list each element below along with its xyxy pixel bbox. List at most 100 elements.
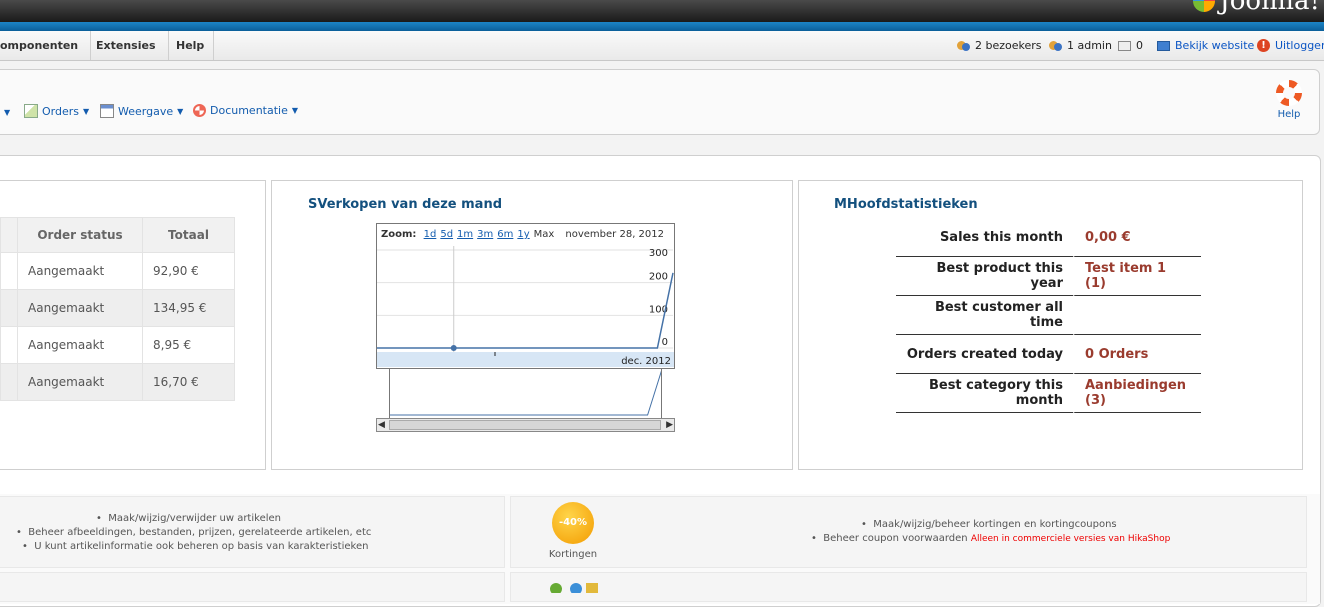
table-row[interactable]: Aangemaakt 134,95 € bbox=[0, 289, 235, 327]
toolbar-orders[interactable]: Orders ▼ bbox=[24, 104, 89, 118]
sales-chart: Zoom: 1d 5d 1m 3m 6m 1y Max november 28, 2012 … bbox=[376, 223, 675, 369]
logout-label: Uitloggen bbox=[1275, 39, 1324, 52]
stat-label: Best category this month bbox=[896, 374, 1073, 413]
stat-value[interactable]: Aanbiedingen (3) bbox=[1073, 374, 1201, 413]
header-bar: Joomla! bbox=[0, 0, 1324, 22]
table-header-cell bbox=[0, 217, 18, 253]
stat-label: Best product this year bbox=[896, 257, 1073, 296]
list-item: • Beheer afbeeldingen, bestanden, prijze… bbox=[16, 527, 372, 538]
toolbar-view[interactable]: Weergave ▼ bbox=[100, 104, 183, 118]
scrollbar-thumb[interactable] bbox=[389, 420, 661, 430]
stats-table: Sales this month 0,00 € Best product thi… bbox=[896, 218, 1201, 413]
admins-count: 1 admin bbox=[1067, 39, 1112, 52]
table-row[interactable]: Aangemaakt 8,95 € bbox=[0, 326, 235, 364]
list-item: • Maak/wijzig/beheer kortingen en kortin… bbox=[861, 519, 1117, 530]
stats-panel-title: MHoofdstatistieken bbox=[834, 197, 978, 212]
stat-value: 0,00 € bbox=[1073, 218, 1201, 257]
sales-panel-title: SVerkopen van deze mand bbox=[308, 197, 503, 212]
toolbar-documentation-label: Documentatie bbox=[210, 104, 288, 117]
commercial-note: Alleen in commerciele versies van HikaSh… bbox=[970, 534, 1171, 544]
stat-label: Best customer all time bbox=[896, 296, 1073, 335]
y-tick-label: 300 bbox=[649, 248, 668, 259]
stat-value[interactable] bbox=[1073, 296, 1201, 335]
order-status-cell: Aangemaakt bbox=[17, 252, 143, 290]
monitor-icon bbox=[1157, 40, 1170, 51]
leaf-icon bbox=[550, 583, 562, 593]
lifebuoy-icon bbox=[193, 104, 206, 117]
menu-extensions[interactable]: Extensies bbox=[84, 31, 169, 60]
list-item: • Beheer coupon voorwaarden Alleen in co… bbox=[811, 533, 1171, 544]
mail-icon bbox=[1118, 40, 1131, 51]
order-status-cell: Aangemaakt bbox=[17, 363, 143, 401]
view-site-link[interactable]: Bekijk website bbox=[1157, 31, 1254, 60]
view-site-label: Bekijk website bbox=[1175, 39, 1255, 52]
y-tick-label: 200 bbox=[649, 272, 668, 283]
refresh-icon bbox=[570, 583, 582, 593]
table-row: Best product this year Test item 1 (1) bbox=[896, 257, 1201, 296]
discount-link[interactable]: Kortingen bbox=[543, 549, 603, 560]
stat-value: 0 Orders bbox=[1073, 335, 1201, 374]
messages-status[interactable]: 0 bbox=[1118, 31, 1143, 60]
chevron-right-icon[interactable]: ▶ bbox=[666, 419, 673, 431]
feature-box bbox=[510, 572, 1307, 602]
admins-status[interactable]: 1 admin bbox=[1049, 31, 1112, 60]
chevron-down-icon[interactable]: ▼ bbox=[4, 108, 10, 117]
admins-icon bbox=[1049, 39, 1062, 52]
visitors-icon bbox=[957, 39, 970, 52]
chart-navigator[interactable] bbox=[389, 369, 662, 418]
main-menu: omponenten Extensies Help 2 bezoekers 1 … bbox=[0, 31, 1324, 61]
visitors-count: 2 bezoekers bbox=[975, 39, 1042, 52]
x-tick-label: dec. 2012 bbox=[621, 356, 671, 367]
logout-icon: ! bbox=[1257, 39, 1270, 52]
orders-table: Order status Totaal Aangemaakt 92,90 € A… bbox=[0, 217, 235, 401]
table-row[interactable]: Aangemaakt 92,90 € bbox=[0, 252, 235, 290]
chevron-left-icon[interactable]: ◀ bbox=[378, 419, 385, 431]
header-stripe bbox=[0, 22, 1324, 31]
help-button[interactable]: Help bbox=[1272, 80, 1306, 120]
orders-icon bbox=[24, 104, 38, 118]
order-status-cell: Aangemaakt bbox=[17, 326, 143, 364]
joomla-logo[interactable]: Joomla! bbox=[1193, 0, 1320, 14]
menu-help[interactable]: Help bbox=[164, 31, 214, 60]
column-order-status[interactable]: Order status bbox=[17, 217, 143, 253]
toolbar-documentation[interactable]: Documentatie ▼ bbox=[193, 104, 298, 117]
order-total-cell: 134,95 € bbox=[142, 289, 235, 327]
chart-plot[interactable]: 3002001000dec. 2012 bbox=[377, 224, 674, 368]
list-item: • U kunt artikelinformatie ook beheren o… bbox=[22, 541, 369, 552]
table-row: Best category this month Aanbiedingen (3… bbox=[896, 374, 1201, 413]
column-total[interactable]: Totaal bbox=[142, 217, 235, 253]
table-row[interactable]: Aangemaakt 16,70 € bbox=[0, 363, 235, 401]
table-row: Orders created today 0 Orders bbox=[896, 335, 1201, 374]
toolbar-orders-label: Orders bbox=[42, 104, 79, 118]
order-total-cell: 16,70 € bbox=[142, 363, 235, 401]
visitors-status[interactable]: 2 bezoekers bbox=[957, 31, 1042, 60]
view-icon bbox=[100, 104, 114, 118]
feature-icons[interactable] bbox=[550, 583, 600, 593]
help-lifebuoy-icon bbox=[1276, 80, 1302, 106]
table-row: Sales this month 0,00 € bbox=[896, 218, 1201, 257]
discounts-feature-box bbox=[510, 496, 1307, 568]
feature-box bbox=[0, 572, 505, 602]
y-tick-label: 0 bbox=[662, 337, 668, 348]
tools-icon bbox=[586, 583, 598, 593]
chart-scrollbar[interactable]: ◀ ▶ bbox=[376, 418, 675, 432]
navigator-line bbox=[389, 369, 662, 416]
stat-label: Orders created today bbox=[896, 335, 1073, 374]
discount-badge-icon[interactable]: -40% bbox=[552, 502, 594, 544]
help-label: Help bbox=[1277, 109, 1301, 120]
order-total-cell: 8,95 € bbox=[142, 326, 235, 364]
component-toolbar bbox=[0, 69, 1320, 135]
data-point bbox=[450, 345, 457, 351]
stat-label: Sales this month bbox=[896, 218, 1073, 257]
menu-components[interactable]: omponenten bbox=[0, 31, 92, 60]
logout-link[interactable]: ! Uitloggen bbox=[1257, 31, 1324, 60]
chevron-down-icon: ▼ bbox=[83, 106, 90, 116]
order-total-cell: 92,90 € bbox=[142, 252, 235, 290]
stat-value[interactable]: Test item 1 (1) bbox=[1073, 257, 1201, 296]
chevron-down-icon: ▼ bbox=[291, 106, 299, 115]
list-item: • Maak/wijzig/verwijder uw artikelen bbox=[96, 513, 281, 524]
toolbar-view-label: Weergave bbox=[118, 104, 174, 118]
order-status-cell: Aangemaakt bbox=[17, 289, 143, 327]
sales-line bbox=[377, 272, 674, 349]
table-row: Best customer all time bbox=[896, 296, 1201, 335]
